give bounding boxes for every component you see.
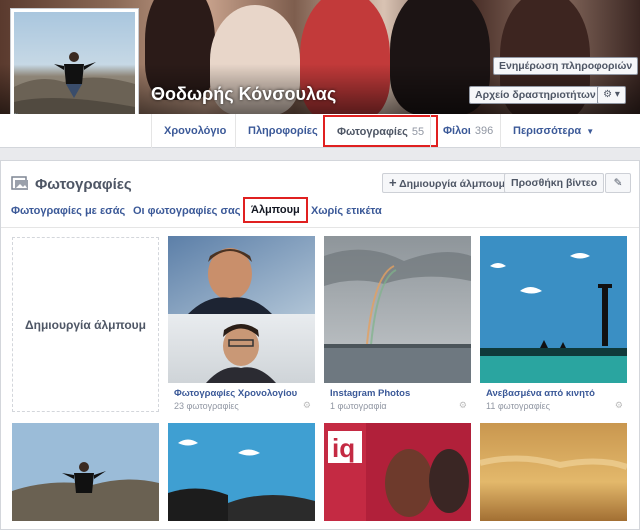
gear-icon[interactable]: ⚙	[459, 400, 467, 411]
profile-photo-scene	[14, 52, 135, 129]
album-count: 1 φωτογραφία	[330, 401, 387, 411]
nav-friends[interactable]: Φίλοι 396	[430, 114, 505, 148]
album-cover-image	[168, 423, 315, 521]
settings-dropdown-button[interactable]: ⚙ ▾	[597, 86, 626, 104]
profile-name[interactable]: Θοδωρής Κόνσουλας	[151, 84, 336, 105]
nav-label: Φωτογραφίες	[337, 126, 408, 138]
album-cover[interactable]: iq	[324, 423, 471, 521]
tab-your-photos[interactable]: Οι φωτογραφίες σας	[133, 205, 240, 217]
album-title[interactable]: Ανεβασμένα από κινητό	[486, 388, 595, 399]
album-cover-image	[480, 236, 627, 383]
nav-count: 396	[474, 125, 494, 137]
nav-more[interactable]: Περισσότερα ▼	[500, 114, 606, 148]
create-album-tile-label: Δημιουργία άλμπουμ	[25, 317, 146, 332]
album-cover-image	[324, 236, 471, 383]
gear-icon[interactable]: ⚙	[615, 400, 623, 411]
caret-down-icon: ▼	[586, 127, 595, 136]
nav-timeline[interactable]: Χρονολόγιο	[151, 114, 238, 148]
tab-untagged[interactable]: Χωρίς ετικέτα	[311, 205, 382, 217]
album-title[interactable]: Φωτογραφίες Χρονολογίου	[174, 388, 297, 399]
gear-icon[interactable]: ⚙	[303, 400, 311, 411]
add-video-button[interactable]: Προσθήκη βίντεο	[504, 173, 605, 193]
album-card[interactable]: Ανεβασμένα από κινητό 11 φωτογραφίες ⚙	[480, 236, 627, 416]
divider	[1, 227, 639, 228]
edit-button[interactable]: ✎	[605, 173, 631, 193]
svg-text:iq: iq	[332, 433, 355, 463]
album-cover-image	[168, 236, 315, 383]
tab-photos-of-you[interactable]: Φωτογραφίες με εσάς	[11, 205, 125, 217]
tab-albums[interactable]: Άλμπουμ	[243, 197, 308, 223]
photos-title: Φωτογραφίες	[35, 176, 132, 193]
chevron-down-icon: ▾	[614, 89, 620, 100]
activity-log-button[interactable]: Αρχείο δραστηριοτήτων	[469, 86, 602, 104]
album-cover	[168, 236, 315, 383]
gear-icon: ⚙	[603, 89, 613, 100]
plus-icon: +	[389, 175, 397, 190]
album-cover[interactable]	[12, 423, 159, 521]
nav-label: Φίλοι	[443, 125, 471, 137]
album-cover[interactable]	[168, 423, 315, 521]
pencil-icon: ✎	[613, 177, 623, 189]
nav-count: 55	[411, 126, 425, 138]
nav-label: Περισσότερα	[513, 125, 582, 137]
album-title[interactable]: Instagram Photos	[330, 388, 410, 399]
nav-label: Χρονολόγιο	[164, 125, 227, 137]
album-card[interactable]: Φωτογραφίες Χρονολογίου 23 φωτογραφίες ⚙	[168, 236, 315, 416]
nav-photos[interactable]: Φωτογραφίες 55	[323, 115, 439, 147]
album-card[interactable]: Instagram Photos 1 φωτογραφία ⚙	[324, 236, 471, 416]
profile-image	[14, 12, 135, 129]
profile-nav-bar: Χρονολόγιο Πληροφορίες Φωτογραφίες 55 Φίλ…	[0, 114, 640, 148]
album-cover[interactable]	[480, 423, 627, 521]
album-cover-image: iq	[324, 423, 471, 521]
album-count: 11 φωτογραφίες	[486, 401, 551, 411]
album-cover	[480, 236, 627, 383]
create-album-button[interactable]: + Δημιουργία άλμπουμ	[382, 173, 512, 193]
update-info-button[interactable]: Ενημέρωση πληροφοριών	[493, 57, 639, 75]
photos-icon	[11, 176, 28, 190]
create-album-tile[interactable]: Δημιουργία άλμπουμ	[12, 237, 159, 412]
nav-label: Πληροφορίες	[248, 125, 318, 137]
create-album-label: Δημιουργία άλμπουμ	[399, 178, 505, 190]
album-cover-image	[480, 423, 627, 521]
album-cover-image	[12, 423, 159, 521]
nav-about[interactable]: Πληροφορίες	[235, 114, 330, 148]
album-cover	[324, 236, 471, 383]
album-count: 23 φωτογραφίες	[174, 401, 239, 411]
